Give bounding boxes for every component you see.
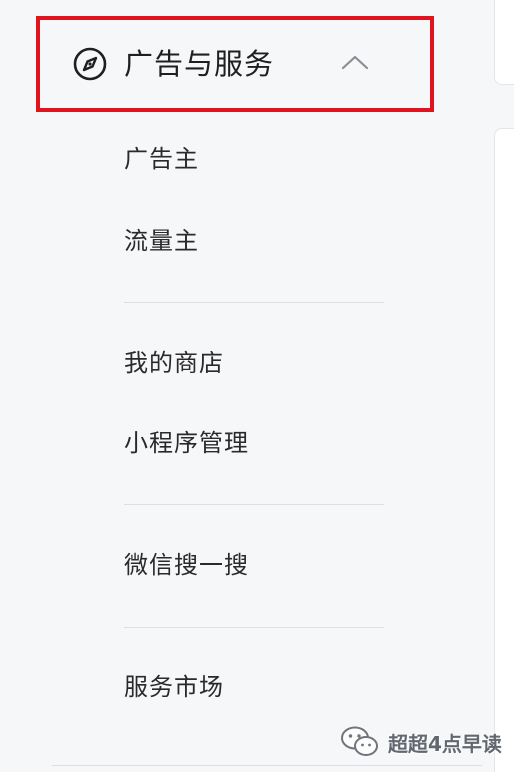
sidebar-menu: 广告与服务 广告主 流量主 我的商店 小程序管理 微信搜一搜 服务市场 超超4点… [0,0,514,772]
divider [124,504,384,505]
chevron-up-icon[interactable] [340,52,370,72]
menu-item-service-market[interactable]: 服务市场 [124,670,224,704]
menu-item-my-store[interactable]: 我的商店 [124,346,224,380]
compass-icon [73,47,107,81]
menu-item-wechat-search[interactable]: 微信搜一搜 [124,548,249,582]
menu-item-advertiser[interactable]: 广告主 [124,142,199,176]
watermark-text: 超超4点早读 [388,731,502,756]
menu-item-publisher[interactable]: 流量主 [124,224,199,258]
section-title: 广告与服务 [124,47,275,81]
content-panel [494,128,514,772]
wechat-logo-icon [341,726,378,756]
content-panel-top [494,0,514,85]
watermark: 超超4点早读 [340,722,502,762]
section-header-ads-services[interactable]: 广告与服务 [36,16,434,112]
divider [52,765,482,766]
divider [124,302,384,303]
menu-item-mini-program-management[interactable]: 小程序管理 [124,426,249,460]
divider [124,627,384,628]
